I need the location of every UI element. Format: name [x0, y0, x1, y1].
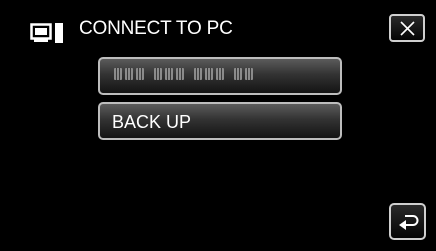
header-bar: CONNECT TO PC: [0, 0, 436, 50]
backup-label: BACK UP: [112, 112, 192, 132]
pc-connection-icon: [30, 23, 63, 43]
return-icon: [399, 215, 419, 230]
pc-name-button[interactable]: [98, 57, 342, 95]
close-icon: [400, 21, 415, 36]
close-button[interactable]: [389, 14, 425, 42]
page-title: CONNECT TO PC: [79, 18, 233, 39]
masked-pc-name: [114, 68, 253, 80]
backup-button[interactable]: BACK UP: [98, 102, 342, 140]
return-button[interactable]: [389, 203, 426, 240]
